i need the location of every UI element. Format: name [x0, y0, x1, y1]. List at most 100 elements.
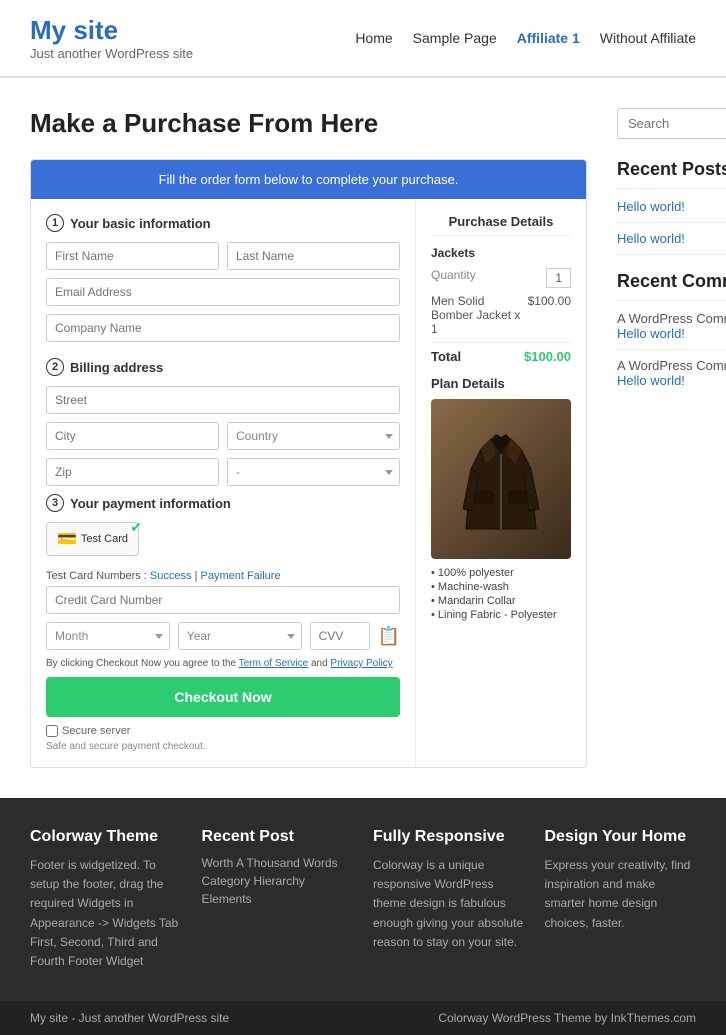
test-card-label: Test Card — [81, 533, 128, 545]
zip-extra-select[interactable]: - — [227, 458, 400, 486]
credit-card-input[interactable] — [46, 586, 400, 614]
footer-col-3-title: Fully Responsive — [373, 828, 525, 846]
footer-col-4: Design Your Home Express your creativity… — [545, 828, 697, 971]
last-name-input[interactable] — [227, 242, 400, 270]
plan-title: Plan Details — [431, 376, 571, 391]
section3-num: 3 — [46, 494, 64, 512]
month-select[interactable]: Month — [46, 622, 170, 650]
post-link-2[interactable]: Hello world! — [617, 231, 726, 246]
section3-label: 3 Your payment information — [46, 494, 400, 512]
item-row: Men Solid Bomber Jacket x 1 $100.00 — [431, 294, 571, 336]
secure-label: Secure server — [62, 725, 130, 737]
comment-2: A WordPress Commenter on Hello world! — [617, 358, 726, 388]
cvv-input[interactable] — [310, 622, 370, 650]
footer-bottom: My site - Just another WordPress site Co… — [0, 1001, 726, 1035]
main-container: Make a Purchase From Here Fill the order… — [0, 78, 726, 798]
credit-card-icon: 💳 — [57, 529, 77, 549]
footer-col-4-text: Express your creativity, find inspiratio… — [545, 856, 697, 933]
checkout-button[interactable]: Checkout Now — [46, 677, 400, 717]
form-left: 1 Your basic information 2 Billing addre… — [31, 199, 416, 767]
payment-section: 💳 Test Card ✔ Test Card Numbers : Succes… — [46, 522, 400, 752]
name-row — [46, 242, 400, 270]
failure-link[interactable]: Payment Failure — [200, 570, 280, 582]
comment-1: A WordPress Commenter on Hello world! — [617, 311, 726, 341]
zip-row: - — [46, 458, 400, 486]
bullet-4: Lining Fabric - Polyester — [431, 609, 571, 621]
header: My site Just another WordPress site Home… — [0, 0, 726, 77]
nav-home[interactable]: Home — [355, 30, 392, 46]
company-input[interactable] — [46, 314, 400, 342]
secure-checkbox[interactable] — [46, 725, 58, 737]
footer-col-1-title: Colorway Theme — [30, 828, 182, 846]
section1-num: 1 — [46, 214, 64, 232]
section2-num: 2 — [46, 358, 64, 376]
site-tagline: Just another WordPress site — [30, 46, 193, 61]
footer-link-3[interactable]: Elements — [202, 892, 354, 906]
search-input[interactable] — [617, 108, 726, 139]
first-name-input[interactable] — [46, 242, 219, 270]
footer-col-2: Recent Post Worth A Thousand Words Categ… — [202, 828, 354, 971]
footer-col-3: Fully Responsive Colorway is a unique re… — [373, 828, 525, 971]
total-row: Total $100.00 — [431, 342, 571, 364]
form-header: Fill the order form below to complete yo… — [31, 160, 586, 199]
form-right: Purchase Details Jackets Quantity 1 Men … — [416, 199, 586, 767]
nav-sample[interactable]: Sample Page — [413, 30, 497, 46]
nav-affiliate1[interactable]: Affiliate 1 — [517, 30, 580, 46]
bullet-list: 100% polyester Machine-wash Mandarin Col… — [431, 567, 571, 621]
footer-bottom-right: Colorway WordPress Theme by InkThemes.co… — [438, 1011, 696, 1025]
sidebar: 🔍 Recent Posts Hello world! Hello world!… — [617, 108, 726, 768]
total-label: Total — [431, 349, 461, 364]
recent-posts-title: Recent Posts — [617, 159, 726, 189]
jacket-image — [431, 399, 571, 559]
section1-label: 1 Your basic information — [46, 214, 400, 232]
comment-post-link-2[interactable]: Hello world! — [617, 373, 685, 388]
main-nav: Home Sample Page Affiliate 1 Without Aff… — [355, 30, 696, 46]
quantity-value: 1 — [546, 268, 571, 288]
page-title: Make a Purchase From Here — [30, 108, 587, 139]
bullet-3: Mandarin Collar — [431, 595, 571, 607]
purchase-title: Purchase Details — [431, 214, 571, 236]
search-box: 🔍 — [617, 108, 726, 139]
site-title: My site — [30, 15, 193, 46]
privacy-link[interactable]: Privacy Policy — [330, 658, 392, 669]
success-link[interactable]: Success — [150, 570, 192, 582]
item-price: $100.00 — [528, 294, 571, 336]
email-input[interactable] — [46, 278, 400, 306]
post-link-1[interactable]: Hello world! — [617, 199, 726, 214]
footer-col-3-text: Colorway is a unique responsive WordPres… — [373, 856, 525, 952]
safe-text: Safe and secure payment checkout. — [46, 741, 400, 752]
product-name: Jackets — [431, 246, 571, 260]
footer-col-2-title: Recent Post — [202, 828, 354, 846]
test-card-info: Test Card Numbers : Success | Payment Fa… — [46, 570, 400, 582]
form-body: 1 Your basic information 2 Billing addre… — [31, 199, 586, 767]
total-value: $100.00 — [524, 349, 571, 364]
footer-link-1[interactable]: Worth A Thousand Words — [202, 856, 354, 870]
secure-row: Secure server — [46, 725, 400, 737]
item-label: Men Solid Bomber Jacket x 1 — [431, 294, 528, 336]
content-area: Make a Purchase From Here Fill the order… — [30, 108, 587, 768]
city-input[interactable] — [46, 422, 219, 450]
street-input[interactable] — [46, 386, 400, 414]
footer-col-4-title: Design Your Home — [545, 828, 697, 846]
footer-col-1-text: Footer is widgetized. To setup the foote… — [30, 856, 182, 971]
country-select[interactable]: Country — [227, 422, 400, 450]
bullet-2: Machine-wash — [431, 581, 571, 593]
nav-without-affiliate[interactable]: Without Affiliate — [600, 30, 696, 46]
card-scan-icon: 📋 — [378, 622, 400, 650]
footer-main: Colorway Theme Footer is widgetized. To … — [0, 798, 726, 1001]
city-country-row: Country — [46, 422, 400, 450]
purchase-form-container: Fill the order form below to complete yo… — [30, 159, 587, 768]
section2-label: 2 Billing address — [46, 358, 400, 376]
terms-link[interactable]: Term of Service — [239, 658, 308, 669]
bullet-1: 100% polyester — [431, 567, 571, 579]
year-select[interactable]: Year — [178, 622, 302, 650]
footer-bottom-left: My site - Just another WordPress site — [30, 1011, 229, 1025]
zip-input[interactable] — [46, 458, 219, 486]
recent-comments-title: Recent Comments — [617, 271, 726, 301]
comment-post-link-1[interactable]: Hello world! — [617, 326, 685, 341]
footer-link-2[interactable]: Category Hierarchy — [202, 874, 354, 888]
site-branding: My site Just another WordPress site — [30, 15, 193, 61]
test-card-button[interactable]: 💳 Test Card ✔ — [46, 522, 139, 556]
quantity-label: Quantity — [431, 268, 476, 288]
check-icon: ✔ — [130, 519, 142, 536]
